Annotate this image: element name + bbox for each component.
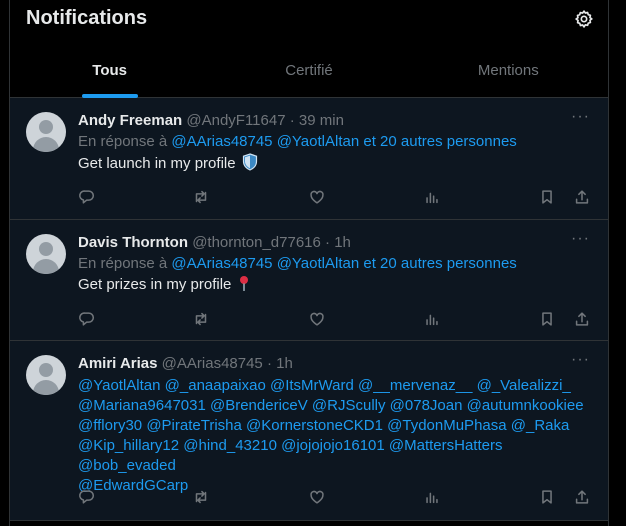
- post-actions: [78, 188, 592, 208]
- author-name[interactable]: Amiri Arias: [78, 355, 157, 372]
- share-icon[interactable]: [573, 310, 593, 330]
- bookmark-icon[interactable]: [538, 188, 558, 208]
- mention-line[interactable]: @Mariana9647031 @BrendericeV @RJScully @…: [78, 396, 592, 416]
- separator-dot: ·: [289, 112, 295, 129]
- separator-dot: ·: [266, 355, 272, 372]
- reply-others-link[interactable]: et 20 autres personnes: [363, 255, 516, 272]
- post-actions: [78, 310, 592, 330]
- mention-line[interactable]: @fflory30 @PirateTrisha @KornerstoneCKD1…: [78, 416, 592, 436]
- bookmark-icon[interactable]: [538, 488, 558, 508]
- share-icon[interactable]: [573, 188, 593, 208]
- views-icon[interactable]: [423, 188, 443, 208]
- views-icon[interactable]: [423, 488, 443, 508]
- retweet-icon[interactable]: [192, 488, 212, 508]
- author-handle[interactable]: @thornton_d77616: [192, 234, 321, 251]
- header: Notifications Tous Certifié Mentions: [10, 0, 608, 98]
- mention-line[interactable]: @Kip_hillary12 @hind_43210 @jojojojo1610…: [78, 436, 592, 476]
- separator-dot: ·: [325, 234, 331, 251]
- reply-context: En réponse à @AArias48745 @YaotlAltan et…: [78, 254, 592, 274]
- notifications-panel: Notifications Tous Certifié Mentions · · ·: [9, 0, 609, 526]
- tab-mentions[interactable]: Mentions: [409, 52, 608, 98]
- views-icon[interactable]: [423, 310, 443, 330]
- reply-context: En réponse à @AArias48745 @YaotlAltan et…: [78, 132, 592, 152]
- author-handle[interactable]: @AndyF11647: [186, 112, 285, 129]
- notification-post[interactable]: ··· Andy Freeman @AndyF11647 · 39 min En…: [10, 98, 608, 220]
- post-text: Get launch in my profile: [78, 153, 592, 174]
- retweet-icon[interactable]: [192, 188, 212, 208]
- mention-line[interactable]: @YaotlAltan @_anaapaixao @ItsMrWard @__m…: [78, 376, 592, 396]
- shield-icon: [242, 153, 257, 171]
- author-name[interactable]: Davis Thornton: [78, 234, 188, 251]
- tab-tous[interactable]: Tous: [10, 52, 209, 98]
- reply-others-link[interactable]: et 20 autres personnes: [363, 133, 516, 150]
- post-time[interactable]: 1h: [276, 355, 293, 372]
- reply-icon[interactable]: [78, 310, 98, 330]
- avatar[interactable]: [26, 234, 66, 274]
- retweet-icon[interactable]: [192, 310, 212, 330]
- post-mentions: @YaotlAltan @_anaapaixao @ItsMrWard @__m…: [78, 376, 592, 496]
- like-icon[interactable]: [308, 488, 328, 508]
- bookmark-icon[interactable]: [538, 310, 558, 330]
- notification-post[interactable]: ··· Davis Thornton @thornton_d77616 · 1h…: [10, 220, 608, 341]
- post-actions: [78, 488, 592, 508]
- tab-bar: Tous Certifié Mentions: [10, 52, 608, 98]
- tab-label: Mentions: [477, 62, 539, 79]
- like-icon[interactable]: [308, 188, 328, 208]
- notification-post[interactable]: ··· Amiri Arias @AArias48745 · 1h @Yaotl…: [10, 341, 608, 521]
- pin-icon: [239, 276, 248, 291]
- author-handle[interactable]: @AArias48745: [162, 355, 263, 372]
- reply-icon[interactable]: [78, 488, 98, 508]
- post-time[interactable]: 39 min: [299, 112, 344, 129]
- tab-label: Tous: [92, 62, 128, 79]
- author-name[interactable]: Andy Freeman: [78, 112, 182, 129]
- reply-icon[interactable]: [78, 188, 98, 208]
- gear-icon[interactable]: [574, 9, 594, 29]
- post-text-content: Get launch in my profile: [78, 155, 236, 172]
- reply-prefix: En réponse à: [78, 255, 168, 272]
- page-title: Notifications: [26, 7, 148, 29]
- tab-certifie[interactable]: Certifié: [209, 52, 408, 98]
- like-icon[interactable]: [308, 310, 328, 330]
- reply-mentions[interactable]: @AArias48745 @YaotlAltan: [171, 133, 359, 150]
- avatar[interactable]: [26, 112, 66, 152]
- tab-label: Certifié: [285, 62, 333, 79]
- post-time[interactable]: 1h: [334, 234, 351, 251]
- post-text: Get prizes in my profile: [78, 275, 592, 295]
- share-icon[interactable]: [573, 488, 593, 508]
- reply-prefix: En réponse à: [78, 133, 168, 150]
- avatar[interactable]: [26, 355, 66, 395]
- reply-mentions[interactable]: @AArias48745 @YaotlAltan: [171, 255, 359, 272]
- post-text-content: Get prizes in my profile: [78, 276, 232, 293]
